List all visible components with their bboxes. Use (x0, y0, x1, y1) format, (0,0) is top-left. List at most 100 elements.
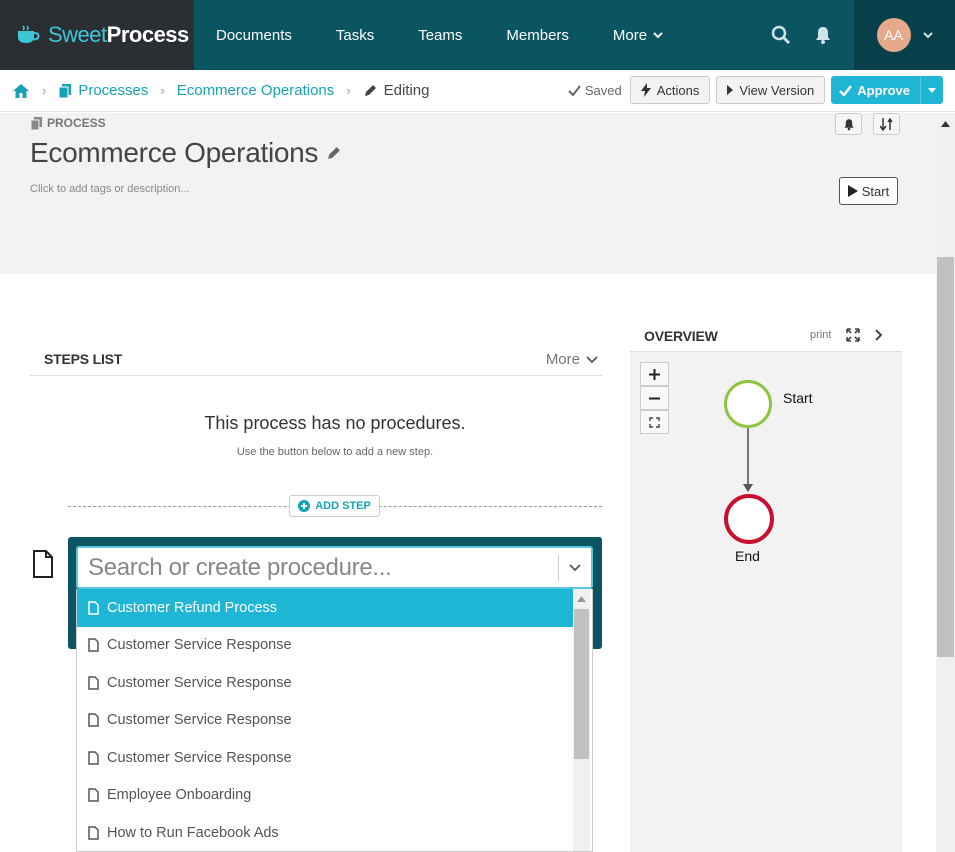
nav-documents[interactable]: Documents (194, 0, 314, 70)
dropdown-scrollbar-thumb[interactable] (574, 609, 589, 759)
file-icon (88, 713, 99, 727)
view-version-label: View Version (739, 82, 815, 98)
dropdown-option-label: Customer Service Response (107, 637, 292, 654)
play-icon (847, 185, 858, 197)
search-icon[interactable] (760, 0, 802, 70)
approve-dropdown-toggle[interactable] (921, 76, 943, 104)
dropdown-option[interactable]: Customer Refund Process (77, 589, 573, 627)
copy-icon (58, 83, 72, 98)
brand-process: Process (106, 22, 190, 47)
steps-more-label: More (545, 351, 580, 368)
flow-arrow (743, 428, 753, 492)
page-title-text: Ecommerce Operations (30, 137, 319, 168)
check-icon (839, 84, 853, 96)
page-title[interactable]: Ecommerce Operations (30, 137, 342, 169)
breadcrumb-current-label: Editing (383, 82, 430, 99)
overview-diagram[interactable] (630, 352, 902, 852)
file-icon (88, 788, 99, 802)
start-label: Start (861, 183, 890, 199)
end-node-label: End (735, 548, 760, 564)
breadcrumb-current: Editing (363, 82, 430, 99)
approve-button[interactable]: Approve (831, 76, 943, 104)
dropdown-option-label: Employee Onboarding (107, 787, 252, 804)
procedure-search[interactable] (76, 546, 593, 589)
pencil-icon[interactable] (326, 145, 342, 161)
cup-icon (18, 25, 40, 43)
dropdown-option[interactable]: How to Run Facebook Ads (77, 814, 573, 851)
brand-logo[interactable]: SweetProcess (0, 0, 194, 70)
chevron-down-icon[interactable] (558, 554, 591, 581)
approve-label: Approve (857, 82, 910, 98)
dropdown-option-label: Customer Service Response (107, 712, 292, 729)
start-node[interactable] (724, 380, 772, 428)
print-link[interactable]: print (810, 329, 831, 341)
bell-icon[interactable] (802, 0, 844, 70)
breadcrumb-processes-label: Processes (78, 82, 149, 99)
saved-label: Saved (584, 82, 622, 98)
top-nav: SweetProcess Documents Tasks Teams Membe… (0, 0, 955, 70)
overview-title: OVERVIEW (644, 328, 718, 344)
bolt-icon (640, 83, 651, 97)
nav-more[interactable]: More (591, 0, 685, 70)
actions-button[interactable]: Actions (629, 76, 711, 104)
home-icon[interactable] (12, 83, 30, 99)
dropdown-option[interactable]: Customer Service Response (77, 702, 573, 740)
chevron-down-icon (922, 32, 933, 39)
nav-teams[interactable]: Teams (396, 0, 484, 70)
actions-label: Actions (656, 82, 700, 98)
add-step-label: ADD STEP (315, 500, 371, 512)
file-icon (88, 638, 99, 652)
process-label-text: PROCESS (47, 116, 106, 130)
pencil-icon (364, 85, 376, 96)
breadcrumb-processes[interactable]: Processes (58, 82, 148, 99)
expand-icon[interactable] (846, 328, 860, 342)
dropdown-option[interactable]: Customer Service Response (77, 664, 573, 702)
page-scrollbar-thumb[interactable] (937, 257, 954, 657)
breadcrumb: › Processes › Ecommerce Operations › Edi… (0, 70, 955, 112)
view-version-button[interactable]: View Version (716, 76, 826, 104)
start-button[interactable]: Start (839, 177, 898, 205)
sort-icon[interactable] (873, 113, 900, 135)
chevron-right-icon[interactable] (874, 328, 884, 342)
steps-more-button[interactable]: More (546, 351, 598, 368)
procedure-dropdown: Customer Refund Process Customer Service… (76, 589, 593, 852)
nav-tasks[interactable]: Tasks (314, 0, 396, 70)
dropdown-option[interactable]: Customer Service Response (77, 627, 573, 665)
dropdown-option[interactable]: Employee Onboarding (77, 777, 573, 815)
dropdown-option-label: Customer Service Response (107, 749, 292, 766)
plus-icon (649, 368, 660, 380)
user-menu[interactable]: AA (854, 0, 955, 70)
nav-more-label: More (612, 26, 648, 44)
bell-icon[interactable] (835, 113, 862, 135)
file-icon (88, 601, 99, 615)
scroll-up-icon[interactable] (936, 115, 955, 133)
scroll-up-icon[interactable] (577, 596, 586, 602)
dropdown-option-label: Customer Service Response (107, 674, 292, 691)
steps-list-header: STEPS LIST More (30, 340, 602, 376)
approve-main[interactable]: Approve (831, 76, 921, 104)
dropdown-option-label: Customer Refund Process (107, 599, 278, 616)
description-placeholder[interactable]: Click to add tags or description... (30, 183, 190, 195)
file-icon (88, 676, 99, 690)
end-node[interactable] (724, 494, 774, 544)
file-icon (33, 550, 53, 578)
fit-view-button[interactable] (640, 410, 669, 434)
caret-down-icon (928, 87, 936, 93)
nav-links: Documents Tasks Teams Members More (194, 0, 760, 70)
empty-state-title: This process has no procedures. (204, 413, 466, 433)
check-icon (568, 84, 581, 96)
breadcrumb-process[interactable]: Ecommerce Operations (177, 82, 335, 99)
avatar: AA (876, 18, 911, 52)
nav-members[interactable]: Members (484, 0, 591, 70)
file-icon (88, 826, 99, 840)
dropdown-option[interactable]: Customer Service Response (77, 739, 573, 777)
start-node-label: Start (783, 390, 813, 406)
zoom-out-button[interactable] (640, 386, 669, 410)
process-label: PROCESS (31, 116, 106, 130)
dropdown-option-label: How to Run Facebook Ads (107, 824, 279, 841)
zoom-in-button[interactable] (640, 362, 669, 386)
copy-icon (31, 116, 42, 130)
procedure-search-input[interactable] (78, 548, 558, 587)
minus-icon (649, 397, 660, 399)
add-step-button[interactable]: ADD STEP (289, 495, 380, 517)
